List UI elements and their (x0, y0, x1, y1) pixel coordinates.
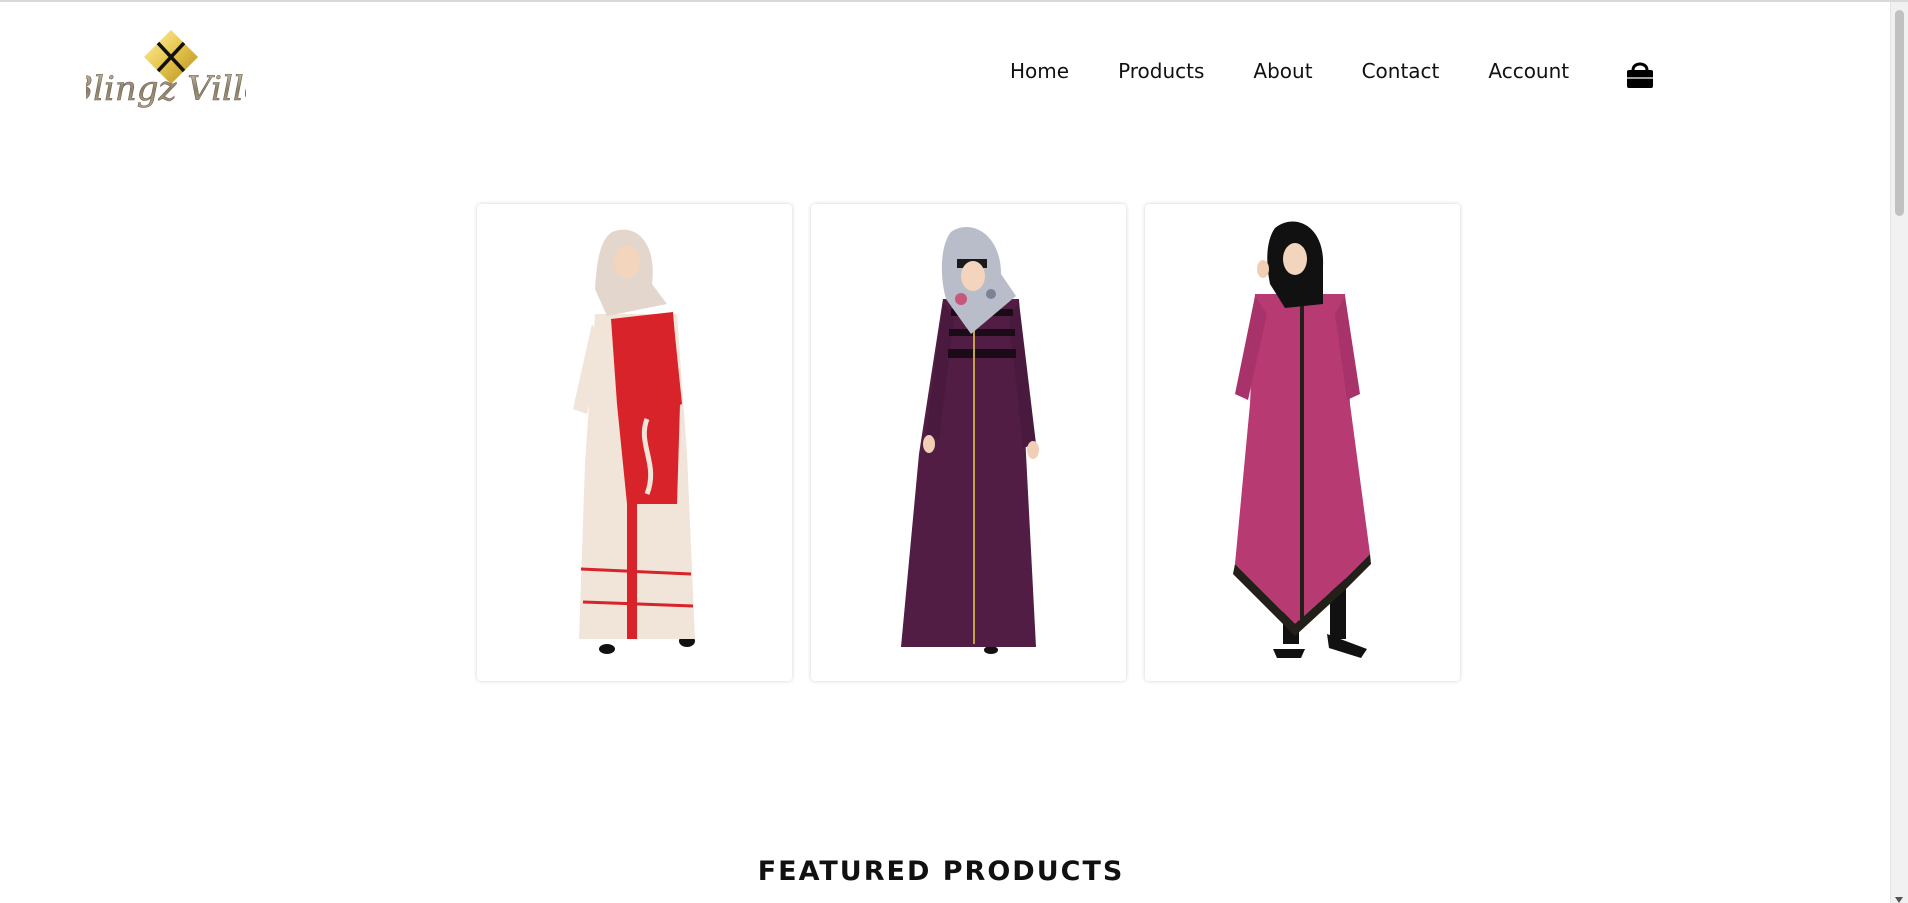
page: Blingz Ville Home Products About Contact… (0, 0, 1908, 903)
scroll-down-arrow-icon[interactable] (1895, 897, 1903, 903)
product-card-red-cream-abaya[interactable] (477, 204, 792, 681)
scrollbar-thumb[interactable] (1895, 10, 1904, 216)
logo-graphic: Blingz Ville (86, 30, 246, 109)
product-carousel (477, 204, 1460, 681)
product-card-purple-abaya[interactable] (811, 204, 1126, 681)
page-scrollbar[interactable] (1890, 2, 1908, 903)
logo-wordmark: Blingz Ville (86, 69, 246, 109)
nav-contact[interactable]: Contact (1362, 58, 1440, 84)
main-nav: Home Products About Contact Account (1010, 58, 1618, 84)
nav-home[interactable]: Home (1010, 58, 1069, 84)
shopping-bag-icon[interactable] (1623, 58, 1657, 92)
brand-logo[interactable]: Blingz Ville (86, 28, 246, 126)
product-card-pink-tunic[interactable] (1145, 204, 1460, 681)
nav-products[interactable]: Products (1118, 58, 1204, 84)
featured-products-heading: FEATURED PRODUCTS (757, 856, 1125, 887)
nav-account[interactable]: Account (1488, 58, 1569, 84)
product-image-red-cream-abaya (573, 229, 695, 654)
product-image-pink-tunic (1233, 221, 1371, 658)
nav-about[interactable]: About (1253, 58, 1312, 84)
product-image-purple-abaya (901, 227, 1039, 654)
